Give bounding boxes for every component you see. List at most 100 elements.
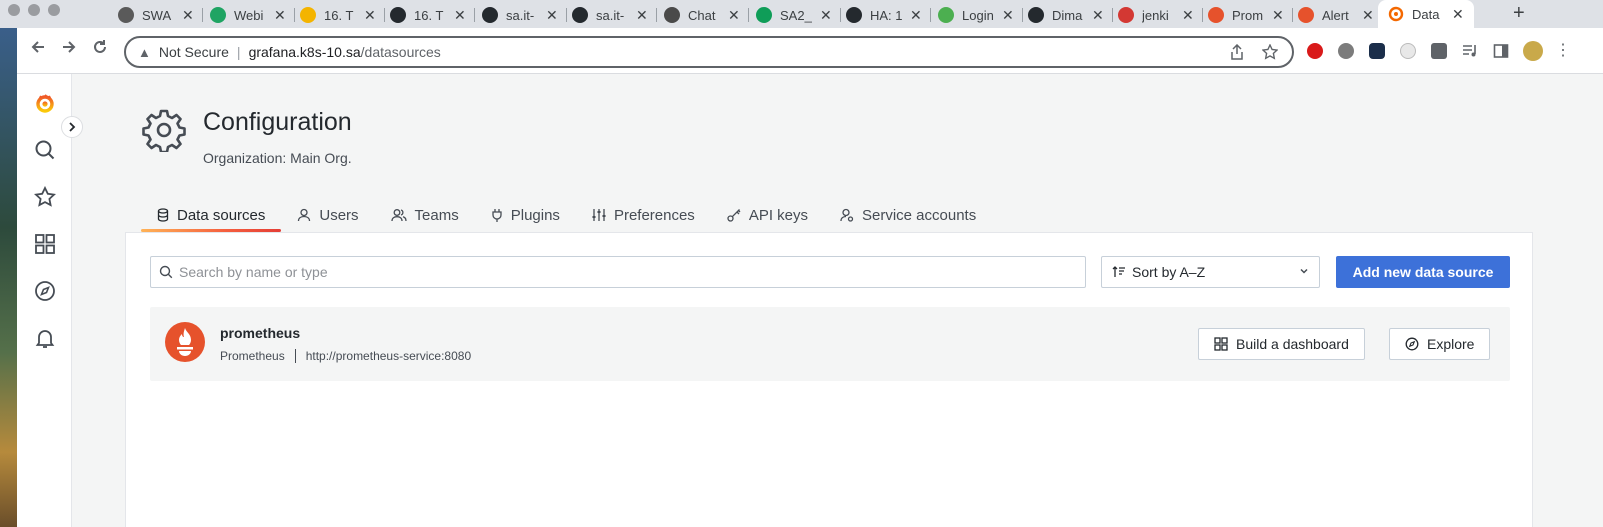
tab-users[interactable]: Users (281, 200, 374, 230)
extension-icon[interactable] (1369, 43, 1385, 59)
close-icon[interactable]: ✕ (454, 7, 466, 24)
close-icon[interactable]: ✕ (1182, 7, 1194, 24)
browser-tab[interactable]: 16. T ✕ (300, 4, 376, 26)
browser-tab-title: 16. T (324, 7, 354, 23)
close-icon[interactable]: ✕ (274, 7, 286, 24)
datasource-card[interactable]: prometheus Prometheus http://prometheus-… (150, 307, 1510, 381)
sort-label: Sort by A–Z (1132, 264, 1206, 280)
datasource-name[interactable]: prometheus (220, 325, 300, 341)
close-icon[interactable]: ✕ (1092, 7, 1104, 24)
slides-icon (300, 7, 316, 23)
back-icon[interactable] (29, 38, 47, 61)
tab-api-keys[interactable]: API keys (711, 200, 824, 230)
puzzle-icon[interactable] (1431, 43, 1447, 59)
bug-icon (938, 7, 954, 23)
sort-select[interactable]: Sort by A–Z (1101, 256, 1320, 288)
browser-tab[interactable]: SA2_ ✕ (756, 4, 832, 26)
browser-tab[interactable]: HA: 1 ✕ (846, 4, 922, 26)
window-close-button[interactable] (8, 4, 20, 16)
kebab-menu-icon[interactable]: ⋮ (1555, 43, 1571, 59)
browser-tab[interactable]: Login ✕ (938, 4, 1014, 26)
close-icon[interactable]: ✕ (546, 7, 558, 24)
extension-icon[interactable] (1307, 43, 1323, 59)
close-icon[interactable]: ✕ (364, 7, 376, 24)
close-icon[interactable]: ✕ (910, 7, 922, 24)
explore-compass-icon[interactable] (34, 280, 56, 302)
browser-tab[interactable]: jenki ✕ (1118, 4, 1194, 26)
browser-tab[interactable]: Dima ✕ (1028, 4, 1104, 26)
tab-teams[interactable]: Teams (375, 200, 475, 230)
browser-tab[interactable]: Alert ✕ (1298, 4, 1374, 26)
github-icon (1028, 7, 1044, 23)
datasource-type: Prometheus (220, 349, 285, 363)
search-field[interactable] (150, 256, 1086, 288)
warning-icon[interactable]: ▲ (138, 45, 151, 60)
tab-separator (930, 8, 931, 22)
build-dashboard-button[interactable]: Build a dashboard (1198, 328, 1365, 360)
browser-tab-title: Prom (1232, 7, 1264, 23)
github-icon (846, 7, 862, 23)
avatar[interactable] (1523, 41, 1543, 61)
browser-tab[interactable]: SWA ✕ (118, 4, 194, 26)
browser-tab-title: SWA (142, 7, 172, 23)
close-icon[interactable]: ✕ (728, 7, 740, 24)
plug-icon (492, 209, 502, 222)
browser-tab-active[interactable]: Data ✕ (1378, 0, 1474, 28)
tab-label: Service accounts (862, 206, 977, 224)
starred-icon[interactable] (33, 185, 57, 208)
users-icon (390, 209, 407, 222)
address-bar[interactable]: ▲ Not Secure | grafana.k8s-10.sa/datasou… (124, 36, 1294, 68)
prometheus-icon (1208, 7, 1224, 23)
drive-icon (210, 7, 226, 23)
page-title: Configuration (203, 108, 352, 136)
window-zoom-button[interactable] (48, 4, 60, 16)
browser-tab[interactable]: Chat ✕ (664, 4, 740, 26)
close-icon[interactable]: ✕ (1272, 7, 1284, 24)
close-icon[interactable]: ✕ (182, 7, 194, 24)
search-input[interactable] (179, 264, 1059, 280)
browser-tab[interactable]: sa.it- ✕ (572, 4, 648, 26)
tab-service-accounts[interactable]: Service accounts (824, 200, 992, 230)
github-icon (572, 7, 588, 23)
expand-menu-button[interactable] (61, 116, 83, 138)
explore-button[interactable]: Explore (1389, 328, 1491, 360)
browser-tab[interactable]: Prom ✕ (1208, 4, 1284, 26)
tab-label: API keys (748, 206, 808, 224)
tab-separator (1202, 8, 1203, 22)
forward-icon[interactable] (60, 38, 78, 61)
page-subtitle: Organization: Main Org. (203, 150, 352, 166)
close-icon[interactable]: ✕ (636, 7, 648, 24)
chevron-down-icon (1299, 266, 1309, 279)
add-data-source-button[interactable]: Add new data source (1336, 256, 1510, 288)
prometheus-icon (165, 322, 205, 362)
grafana-logo-icon[interactable] (34, 92, 56, 114)
side-panel-icon[interactable] (1493, 43, 1509, 59)
window-minimize-button[interactable] (28, 4, 40, 16)
tab-plugins[interactable]: Plugins (475, 200, 576, 230)
reload-icon[interactable] (91, 38, 109, 61)
bookmark-star-icon[interactable] (1261, 43, 1279, 63)
browser-tab[interactable]: 16. T ✕ (390, 4, 466, 26)
tab-preferences[interactable]: Preferences (576, 200, 711, 230)
extension-icon[interactable] (1338, 43, 1354, 59)
browser-tab[interactable]: sa.it- ✕ (482, 4, 558, 26)
share-icon[interactable] (1230, 43, 1244, 63)
close-icon[interactable]: ✕ (820, 7, 832, 24)
close-icon[interactable]: ✕ (1002, 7, 1014, 24)
browser-tab[interactable]: Webi ✕ (210, 4, 286, 26)
search-icon[interactable] (34, 139, 56, 161)
alerting-bell-icon[interactable] (34, 327, 56, 349)
datasource-meta: Prometheus http://prometheus-service:808… (220, 349, 471, 363)
close-icon[interactable]: ✕ (1362, 7, 1374, 24)
dashboards-icon (1214, 337, 1228, 351)
tab-label: Preferences (613, 206, 695, 224)
dashboards-icon[interactable] (34, 233, 56, 255)
close-icon[interactable]: ✕ (1452, 6, 1464, 23)
browser-tab-title: jenki (1142, 7, 1169, 23)
tab-label: Data sources (177, 206, 266, 224)
extension-icon[interactable] (1400, 43, 1416, 59)
media-icon[interactable] (1462, 43, 1478, 59)
tab-data-sources[interactable]: Data sources (141, 200, 282, 232)
browser-tab-title: sa.it- (596, 7, 625, 23)
new-tab-button[interactable]: + (1513, 2, 1525, 25)
